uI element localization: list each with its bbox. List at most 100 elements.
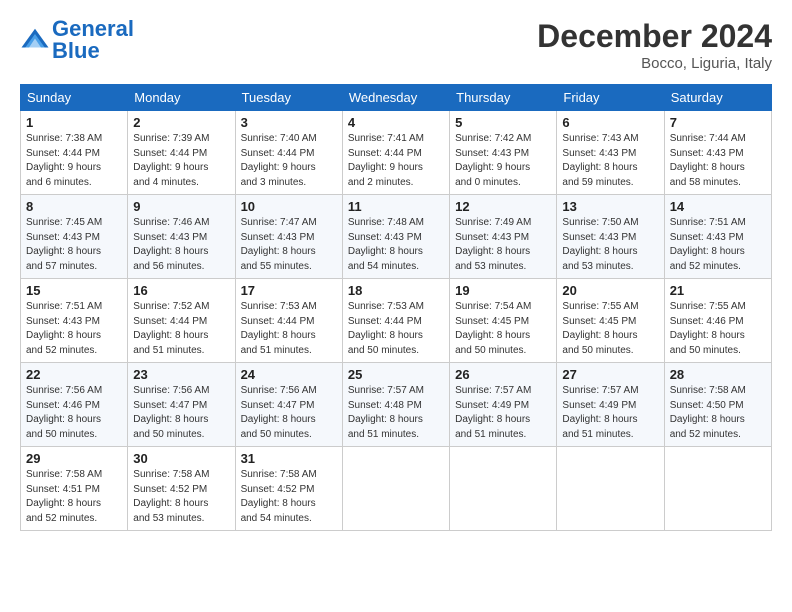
day-cell: 14 Sunrise: 7:51 AM Sunset: 4:43 PM Dayli…: [664, 195, 771, 279]
day-cell: 7 Sunrise: 7:44 AM Sunset: 4:43 PM Daylig…: [664, 111, 771, 195]
day-number: 7: [670, 115, 766, 130]
header-row: SundayMondayTuesdayWednesdayThursdayFrid…: [21, 85, 772, 111]
col-header-sunday: Sunday: [21, 85, 128, 111]
day-cell: 12Sunrise: 7:49 AM Sunset: 4:43 PM Dayli…: [450, 195, 557, 279]
day-number: 5: [455, 115, 551, 130]
day-number: 4: [348, 115, 444, 130]
month-title: December 2024: [537, 18, 772, 55]
day-number: 8: [26, 199, 122, 214]
day-cell: 2 Sunrise: 7:39 AM Sunset: 4:44 PM Daylig…: [128, 111, 235, 195]
day-cell: 1 Sunrise: 7:38 AM Sunset: 4:44 PM Daylig…: [21, 111, 128, 195]
col-header-thursday: Thursday: [450, 85, 557, 111]
day-number: 20: [562, 283, 658, 298]
week-row-2: 8 Sunrise: 7:45 AM Sunset: 4:43 PM Daylig…: [21, 195, 772, 279]
day-info: Sunrise: 7:56 AM Sunset: 4:47 PM Dayligh…: [241, 384, 337, 442]
day-number: 10: [241, 199, 337, 214]
logo: General Blue: [20, 18, 134, 62]
day-cell: 24 Sunrise: 7:56 AM Sunset: 4:47 PM Dayli…: [235, 363, 342, 447]
day-cell: 27 Sunrise: 7:57 AM Sunset: 4:49 PM Dayli…: [557, 363, 664, 447]
day-number: 3: [241, 115, 337, 130]
day-number: 2: [133, 115, 229, 130]
day-cell: 16 Sunrise: 7:52 AM Sunset: 4:44 PM Dayli…: [128, 279, 235, 363]
location: Bocco, Liguria, Italy: [537, 55, 772, 72]
logo-icon: [20, 25, 50, 55]
day-info: Sunrise: 7:56 AM Sunset: 4:47 PM Dayligh…: [133, 384, 229, 442]
day-number: 1: [26, 115, 122, 130]
day-number: 24: [241, 367, 337, 382]
day-number: 29: [26, 451, 122, 466]
day-cell: 11Sunrise: 7:48 AM Sunset: 4:43 PM Dayli…: [342, 195, 449, 279]
day-info: Sunrise: 7:50 AM Sunset: 4:43 PM Dayligh…: [562, 216, 658, 274]
col-header-wednesday: Wednesday: [342, 85, 449, 111]
page: General Blue December 2024 Bocco, Liguri…: [0, 0, 792, 541]
day-cell: 13 Sunrise: 7:50 AM Sunset: 4:43 PM Dayli…: [557, 195, 664, 279]
day-cell: 17 Sunrise: 7:53 AM Sunset: 4:44 PM Dayli…: [235, 279, 342, 363]
day-cell: 22Sunrise: 7:56 AM Sunset: 4:46 PM Dayli…: [21, 363, 128, 447]
day-info: Sunrise: 7:57 AM Sunset: 4:49 PM Dayligh…: [455, 384, 551, 442]
day-info: Sunrise: 7:51 AM Sunset: 4:43 PM Dayligh…: [26, 300, 122, 358]
header: General Blue December 2024 Bocco, Liguri…: [20, 18, 772, 72]
day-number: 13: [562, 199, 658, 214]
day-cell: 23 Sunrise: 7:56 AM Sunset: 4:47 PM Dayli…: [128, 363, 235, 447]
day-info: Sunrise: 7:45 AM Sunset: 4:43 PM Dayligh…: [26, 216, 122, 274]
logo-text2: Blue: [52, 40, 134, 62]
logo-text: General: [52, 18, 134, 40]
week-row-1: 1 Sunrise: 7:38 AM Sunset: 4:44 PM Daylig…: [21, 111, 772, 195]
week-row-5: 29 Sunrise: 7:58 AM Sunset: 4:51 PM Dayli…: [21, 447, 772, 531]
day-number: 9: [133, 199, 229, 214]
day-cell: 15Sunrise: 7:51 AM Sunset: 4:43 PM Dayli…: [21, 279, 128, 363]
day-cell: 8 Sunrise: 7:45 AM Sunset: 4:43 PM Daylig…: [21, 195, 128, 279]
day-cell: 6 Sunrise: 7:43 AM Sunset: 4:43 PM Daylig…: [557, 111, 664, 195]
day-number: 22: [26, 367, 122, 382]
day-cell: 31Sunrise: 7:58 AM Sunset: 4:52 PM Dayli…: [235, 447, 342, 531]
day-info: Sunrise: 7:40 AM Sunset: 4:44 PM Dayligh…: [241, 132, 337, 190]
day-number: 16: [133, 283, 229, 298]
day-cell: 4 Sunrise: 7:41 AM Sunset: 4:44 PM Daylig…: [342, 111, 449, 195]
day-info: Sunrise: 7:46 AM Sunset: 4:43 PM Dayligh…: [133, 216, 229, 274]
day-info: Sunrise: 7:58 AM Sunset: 4:51 PM Dayligh…: [26, 468, 122, 526]
day-info: Sunrise: 7:44 AM Sunset: 4:43 PM Dayligh…: [670, 132, 766, 190]
calendar: SundayMondayTuesdayWednesdayThursdayFrid…: [20, 84, 772, 531]
day-number: 18: [348, 283, 444, 298]
day-cell: 29 Sunrise: 7:58 AM Sunset: 4:51 PM Dayli…: [21, 447, 128, 531]
day-info: Sunrise: 7:53 AM Sunset: 4:44 PM Dayligh…: [241, 300, 337, 358]
day-info: Sunrise: 7:48 AM Sunset: 4:43 PM Dayligh…: [348, 216, 444, 274]
day-cell: 5Sunrise: 7:42 AM Sunset: 4:43 PM Daylig…: [450, 111, 557, 195]
day-number: 21: [670, 283, 766, 298]
day-number: 26: [455, 367, 551, 382]
day-info: Sunrise: 7:51 AM Sunset: 4:43 PM Dayligh…: [670, 216, 766, 274]
day-info: Sunrise: 7:52 AM Sunset: 4:44 PM Dayligh…: [133, 300, 229, 358]
day-info: Sunrise: 7:55 AM Sunset: 4:46 PM Dayligh…: [670, 300, 766, 358]
day-number: 14: [670, 199, 766, 214]
day-cell: 25Sunrise: 7:57 AM Sunset: 4:48 PM Dayli…: [342, 363, 449, 447]
day-cell: 10 Sunrise: 7:47 AM Sunset: 4:43 PM Dayli…: [235, 195, 342, 279]
day-number: 23: [133, 367, 229, 382]
day-info: Sunrise: 7:57 AM Sunset: 4:48 PM Dayligh…: [348, 384, 444, 442]
day-info: Sunrise: 7:53 AM Sunset: 4:44 PM Dayligh…: [348, 300, 444, 358]
day-cell: 21 Sunrise: 7:55 AM Sunset: 4:46 PM Dayli…: [664, 279, 771, 363]
week-row-4: 22Sunrise: 7:56 AM Sunset: 4:46 PM Dayli…: [21, 363, 772, 447]
day-cell: [342, 447, 449, 531]
day-cell: 18 Sunrise: 7:53 AM Sunset: 4:44 PM Dayli…: [342, 279, 449, 363]
day-info: Sunrise: 7:43 AM Sunset: 4:43 PM Dayligh…: [562, 132, 658, 190]
day-info: Sunrise: 7:57 AM Sunset: 4:49 PM Dayligh…: [562, 384, 658, 442]
day-info: Sunrise: 7:39 AM Sunset: 4:44 PM Dayligh…: [133, 132, 229, 190]
day-cell: 19 Sunrise: 7:54 AM Sunset: 4:45 PM Dayli…: [450, 279, 557, 363]
day-number: 27: [562, 367, 658, 382]
day-cell: 3 Sunrise: 7:40 AM Sunset: 4:44 PM Daylig…: [235, 111, 342, 195]
day-cell: 9 Sunrise: 7:46 AM Sunset: 4:43 PM Daylig…: [128, 195, 235, 279]
day-cell: [450, 447, 557, 531]
day-info: Sunrise: 7:38 AM Sunset: 4:44 PM Dayligh…: [26, 132, 122, 190]
day-info: Sunrise: 7:41 AM Sunset: 4:44 PM Dayligh…: [348, 132, 444, 190]
day-info: Sunrise: 7:54 AM Sunset: 4:45 PM Dayligh…: [455, 300, 551, 358]
day-number: 19: [455, 283, 551, 298]
day-number: 6: [562, 115, 658, 130]
day-info: Sunrise: 7:55 AM Sunset: 4:45 PM Dayligh…: [562, 300, 658, 358]
day-info: Sunrise: 7:58 AM Sunset: 4:52 PM Dayligh…: [241, 468, 337, 526]
day-cell: 20 Sunrise: 7:55 AM Sunset: 4:45 PM Dayli…: [557, 279, 664, 363]
day-number: 12: [455, 199, 551, 214]
day-info: Sunrise: 7:58 AM Sunset: 4:50 PM Dayligh…: [670, 384, 766, 442]
day-info: Sunrise: 7:47 AM Sunset: 4:43 PM Dayligh…: [241, 216, 337, 274]
day-cell: 28Sunrise: 7:58 AM Sunset: 4:50 PM Dayli…: [664, 363, 771, 447]
day-number: 17: [241, 283, 337, 298]
